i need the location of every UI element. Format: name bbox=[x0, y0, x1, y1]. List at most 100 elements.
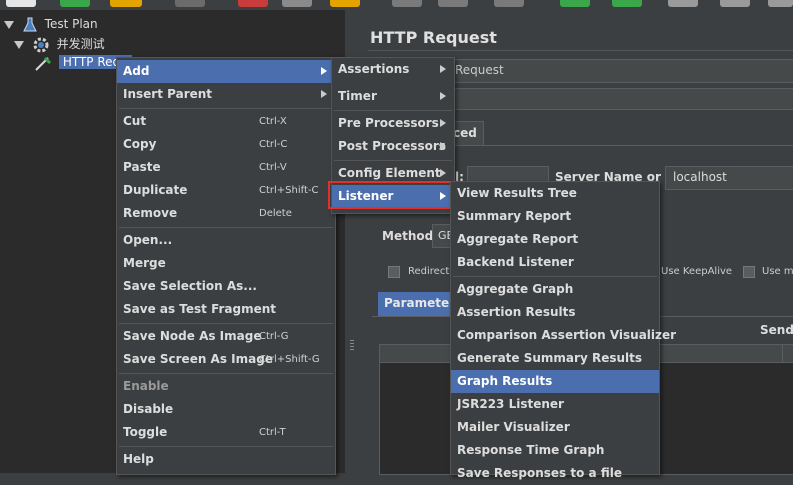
menu-item-save-screen-as-image[interactable]: Save Screen As Image Ctrl+Shift-G bbox=[117, 348, 335, 371]
listener-item-save-responses-to-a-file[interactable]: Save Responses to a file bbox=[451, 462, 659, 485]
listener-item-jsr223-listener[interactable]: JSR223 Listener bbox=[451, 393, 659, 416]
collapse-icon[interactable] bbox=[438, 0, 468, 7]
menu-item-help[interactable]: Help bbox=[117, 448, 335, 471]
menu-item-label: Disable bbox=[123, 402, 174, 416]
menu-item-open[interactable]: Open... bbox=[117, 229, 335, 252]
listener-item-graph-results[interactable]: Graph Results bbox=[451, 370, 659, 393]
listener-item-comparison-assertion-visualizer[interactable]: Comparison Assertion Visualizer bbox=[451, 324, 676, 347]
expand-arrow-icon[interactable] bbox=[14, 40, 24, 49]
tree-node-test-plan[interactable]: Test Plan bbox=[4, 15, 98, 33]
menu-item-label: Generate Summary Results bbox=[457, 351, 643, 365]
menu-item-label: Aggregate Report bbox=[457, 232, 579, 246]
menu-item-label: Backend Listener bbox=[457, 255, 574, 269]
tab-parameters[interactable]: Parameters bbox=[378, 292, 462, 316]
cut-icon[interactable] bbox=[238, 0, 268, 7]
listener-item-response-time-graph[interactable]: Response Time Graph bbox=[451, 439, 659, 462]
menu-item-duplicate[interactable]: Duplicate Ctrl+Shift-C bbox=[117, 179, 335, 202]
shutdown-icon[interactable] bbox=[720, 0, 750, 7]
menu-item-save-node-as-image[interactable]: Save Node As Image Ctrl-G bbox=[117, 325, 335, 348]
menu-item-add[interactable]: Add bbox=[117, 60, 335, 83]
start-icon[interactable] bbox=[560, 0, 590, 7]
menu-item-label: Insert Parent bbox=[123, 87, 213, 101]
templates-icon[interactable] bbox=[60, 0, 90, 7]
tree-node-thread-group[interactable]: 并发测试 bbox=[14, 35, 105, 53]
panel-title: HTTP Request bbox=[370, 28, 497, 47]
name-field[interactable]: Request bbox=[447, 59, 793, 83]
menu-item-save-selection-as[interactable]: Save Selection As... bbox=[117, 275, 335, 298]
menu-item-insert-parent[interactable]: Insert Parent bbox=[117, 83, 335, 106]
submenu-arrow-icon bbox=[321, 90, 327, 98]
menu-item-label: Add bbox=[123, 64, 150, 78]
menu-item-label: Remove bbox=[123, 206, 178, 220]
menu-item-save-as-test-fragment[interactable]: Save as Test Fragment bbox=[117, 298, 335, 321]
menu-item-label: Open... bbox=[123, 233, 173, 247]
listener-item-backend-listener[interactable]: Backend Listener bbox=[451, 251, 659, 274]
comments-field[interactable] bbox=[447, 88, 793, 110]
menu-item-shortcut: Ctrl-V bbox=[259, 162, 287, 173]
menu-item-label: Save as Test Fragment bbox=[123, 302, 277, 316]
listener-item-aggregate-report[interactable]: Aggregate Report bbox=[451, 228, 659, 251]
flask-icon bbox=[23, 17, 37, 31]
menu-item-shortcut: Delete bbox=[259, 208, 292, 219]
clear-icon[interactable] bbox=[768, 0, 793, 7]
submenu-item-post-processors[interactable]: Post Processors bbox=[332, 135, 454, 158]
menu-item-label: Save Selection As... bbox=[123, 279, 257, 293]
stop-icon[interactable] bbox=[668, 0, 698, 7]
submenu-arrow-icon bbox=[321, 67, 327, 75]
menu-item-cut[interactable]: Cut Ctrl-X bbox=[117, 110, 335, 133]
menu-separator bbox=[119, 108, 333, 109]
submenu-item-pre-processors[interactable]: Pre Processors bbox=[332, 112, 454, 135]
menu-item-label: Merge bbox=[123, 256, 166, 270]
open-icon[interactable] bbox=[110, 0, 142, 7]
multipart-checkbox[interactable] bbox=[743, 266, 755, 278]
start-no-pause-icon[interactable] bbox=[612, 0, 642, 7]
menu-item-label: Pre Processors bbox=[338, 116, 439, 130]
copy-icon[interactable] bbox=[282, 0, 312, 7]
menu-item-label: Assertions bbox=[338, 62, 410, 76]
menu-item-label: Timer bbox=[338, 89, 377, 103]
grip-icon bbox=[350, 343, 354, 344]
menu-item-label: Summary Report bbox=[457, 209, 572, 223]
listener-item-aggregate-graph[interactable]: Aggregate Graph bbox=[451, 278, 659, 301]
toolbar bbox=[0, 0, 793, 10]
new-icon[interactable] bbox=[6, 0, 36, 7]
menu-item-shortcut: Ctrl-X bbox=[259, 116, 287, 127]
menu-item-copy[interactable]: Copy Ctrl-C bbox=[117, 133, 335, 156]
listener-item-mailer-visualizer[interactable]: Mailer Visualizer bbox=[451, 416, 659, 439]
submenu-arrow-icon bbox=[440, 92, 446, 100]
menu-item-label: Help bbox=[123, 452, 154, 466]
menu-item-toggle[interactable]: Toggle Ctrl-T bbox=[117, 421, 335, 444]
menu-item-enable[interactable]: Enable bbox=[117, 375, 335, 398]
menu-item-label: Comparison Assertion Visualizer bbox=[457, 328, 677, 342]
menu-item-disable[interactable]: Disable bbox=[117, 398, 335, 421]
menu-item-label: Toggle bbox=[123, 425, 168, 439]
menu-separator bbox=[119, 323, 333, 324]
menu-item-shortcut: Ctrl-C bbox=[259, 139, 288, 150]
menu-item-paste[interactable]: Paste Ctrl-V bbox=[117, 156, 335, 179]
listener-item-generate-summary-results[interactable]: Generate Summary Results bbox=[451, 347, 659, 370]
menu-item-remove[interactable]: Remove Delete bbox=[117, 202, 335, 225]
menu-item-shortcut: Ctrl-T bbox=[259, 427, 286, 438]
listener-item-summary-report[interactable]: Summary Report bbox=[451, 205, 659, 228]
submenu-item-assertions[interactable]: Assertions bbox=[332, 58, 454, 81]
paste-icon[interactable] bbox=[330, 0, 360, 7]
tree-node-label: 并发测试 bbox=[56, 37, 105, 51]
listener-item-view-results-tree[interactable]: View Results Tree bbox=[451, 182, 659, 205]
save-icon[interactable] bbox=[175, 0, 205, 7]
server-name-field[interactable]: localhost bbox=[665, 166, 793, 190]
listener-item-assertion-results[interactable]: Assertion Results bbox=[451, 301, 659, 324]
redirect-checkbox[interactable] bbox=[388, 266, 400, 278]
menu-item-label: JSR223 Listener bbox=[457, 397, 564, 411]
submenu-item-timer[interactable]: Timer bbox=[332, 85, 454, 108]
toggle-icon[interactable] bbox=[494, 0, 524, 7]
panel-title-underline bbox=[368, 50, 793, 51]
menu-item-label: Save Node As Image bbox=[123, 329, 262, 343]
expand-arrow-icon[interactable] bbox=[4, 20, 14, 29]
menu-item-label: Response Time Graph bbox=[457, 443, 605, 457]
expand-icon[interactable] bbox=[392, 0, 422, 7]
tree-node-label: Test Plan bbox=[44, 17, 98, 31]
menu-item-merge[interactable]: Merge bbox=[117, 252, 335, 275]
menu-item-label: Copy bbox=[123, 137, 157, 151]
menu-separator bbox=[334, 160, 452, 161]
menu-item-label: Enable bbox=[123, 379, 169, 393]
